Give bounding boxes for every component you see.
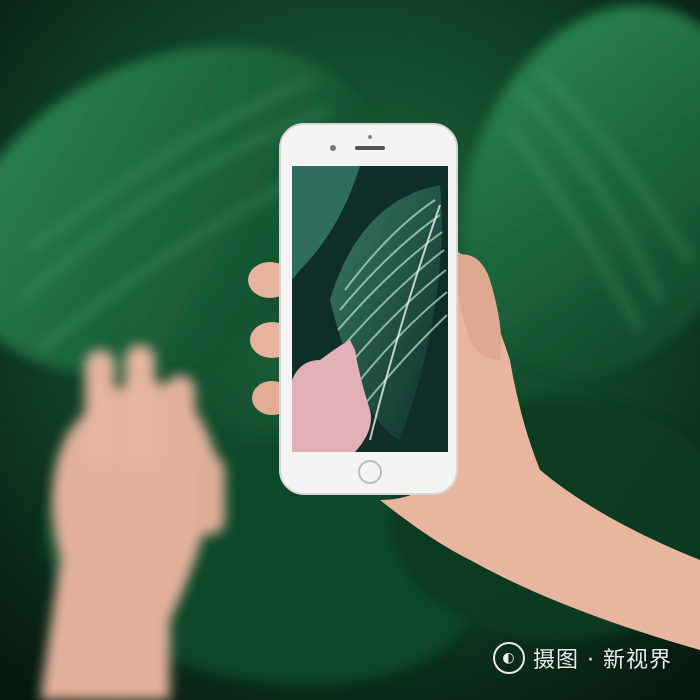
camera-aperture-icon: ◐ bbox=[493, 642, 526, 674]
phone bbox=[279, 123, 458, 495]
phone-screen bbox=[292, 166, 448, 452]
photo-scene: ◐ 摄图 · 新视界 bbox=[0, 0, 700, 700]
photo-illustration bbox=[0, 0, 700, 700]
watermark: ◐ 摄图 · 新视界 bbox=[493, 642, 672, 674]
watermark-text: 摄图 · 新视界 bbox=[533, 648, 672, 673]
